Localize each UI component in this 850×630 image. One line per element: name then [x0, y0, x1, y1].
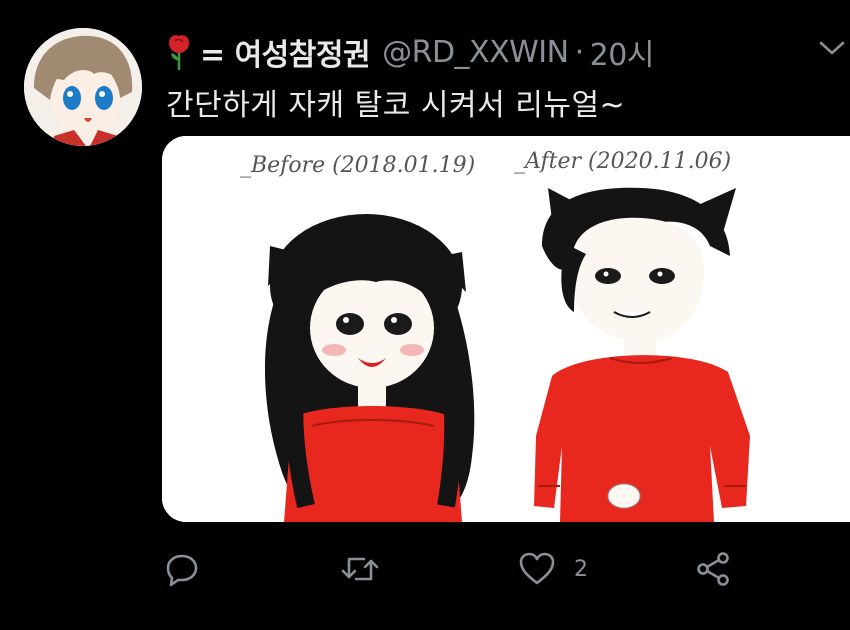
tweet-actions: 2	[0, 545, 850, 593]
user-handle[interactable]: @RD_XXWIN	[382, 35, 569, 70]
before-character	[264, 214, 475, 522]
retweet-icon	[341, 557, 379, 581]
share-icon	[697, 552, 729, 586]
timestamp[interactable]: 20시	[590, 30, 655, 74]
heart-icon	[519, 552, 555, 585]
like-button[interactable]: 2	[518, 545, 588, 593]
share-button[interactable]	[694, 545, 732, 593]
tweet: = 여성참정권 @RD_XXWIN · 20시 간단하게 자캐 탈코 시켜서 리…	[0, 0, 850, 630]
reply-icon	[166, 554, 198, 587]
before-caption: _Before (2018.01.19)	[240, 153, 475, 178]
tweet-header: = 여성참정권 @RD_XXWIN · 20시	[166, 30, 654, 74]
chevron-down-icon[interactable]	[818, 38, 846, 58]
tweet-media-image[interactable]: _Before (2018.01.19) _After (2020.11.06)	[162, 136, 850, 522]
like-count: 2	[574, 556, 588, 582]
reply-button[interactable]	[164, 545, 200, 593]
after-caption: _After (2020.11.06)	[514, 149, 731, 174]
avatar[interactable]	[24, 28, 142, 146]
rose-icon	[166, 33, 192, 71]
display-name[interactable]: = 여성참정권	[200, 30, 371, 74]
retweet-button[interactable]	[340, 545, 380, 593]
avatar-illustration	[24, 28, 142, 146]
tweet-text: 간단하게 자캐 탈코 시켜서 리뉴얼~	[166, 88, 626, 123]
media-illustration: _Before (2018.01.19) _After (2020.11.06)	[162, 136, 850, 522]
separator-dot: ·	[574, 34, 585, 70]
